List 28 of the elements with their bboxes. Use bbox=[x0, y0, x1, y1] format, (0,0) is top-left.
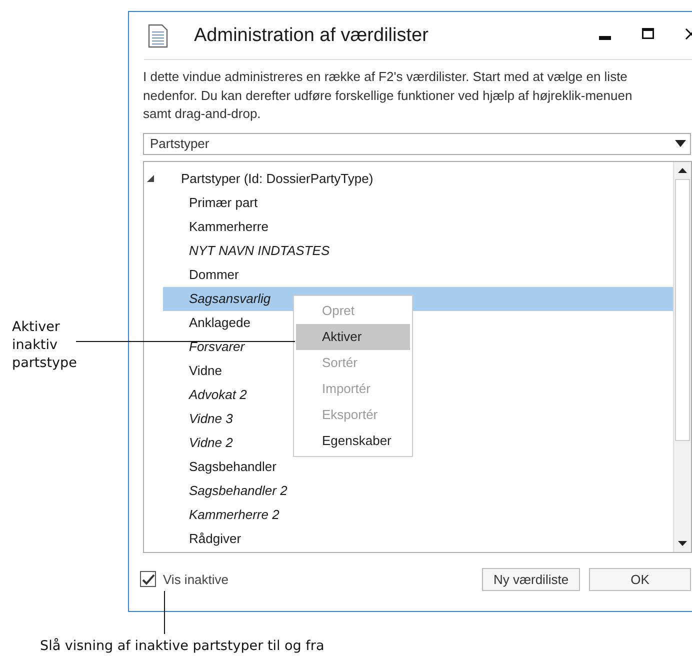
tree-item[interactable]: Dommer bbox=[189, 266, 239, 282]
minimize-icon[interactable] bbox=[599, 36, 611, 40]
tree-item[interactable]: Sagsbehandler bbox=[189, 458, 276, 474]
callout-text: Aktiver inaktiv partstype bbox=[12, 318, 78, 372]
description-text: I dette vindue administreres en række af F2's værdilister. Start med at vælge en liste nedenfor. Du kan derefter udføre forskellige funktioner ved hjælp af højreklik-menuen samt drag-and-drop. bbox=[143, 68, 634, 123]
menu-item[interactable]: Aktiver bbox=[296, 324, 410, 350]
list-dropdown[interactable]: Partstyper bbox=[143, 132, 691, 154]
checkmark-icon bbox=[142, 574, 154, 584]
document-icon bbox=[148, 24, 168, 48]
tree-item[interactable]: Anklagede bbox=[189, 314, 250, 330]
tree-item[interactable]: Rådgiver bbox=[189, 530, 242, 546]
checkbox-label[interactable]: Vis inaktive bbox=[163, 572, 229, 586]
window-title: Administration af værdilister bbox=[194, 24, 428, 46]
ok-button[interactable]: OK bbox=[589, 568, 691, 590]
checkbox[interactable] bbox=[140, 571, 156, 587]
maximize-icon[interactable] bbox=[642, 28, 654, 39]
callout-text: Slå visning af inaktive partstyper til og fra bbox=[40, 638, 324, 654]
dropdown-arrow-icon bbox=[675, 140, 686, 147]
leader-line bbox=[164, 591, 165, 634]
tree-item[interactable]: Vidne bbox=[189, 362, 222, 378]
expand-icon[interactable] bbox=[147, 175, 154, 182]
new-list-button[interactable]: Ny værdiliste bbox=[482, 568, 580, 590]
tree-item[interactable]: Kammerherre bbox=[189, 218, 268, 234]
tree-item[interactable]: Primær part bbox=[189, 194, 258, 210]
scrollbar[interactable] bbox=[673, 162, 691, 552]
scroll-thumb[interactable] bbox=[675, 178, 690, 440]
menu-item[interactable]: Egenskaber bbox=[296, 428, 410, 454]
tree-item[interactable]: Partstyper (Id: DossierPartyType) bbox=[181, 171, 374, 186]
